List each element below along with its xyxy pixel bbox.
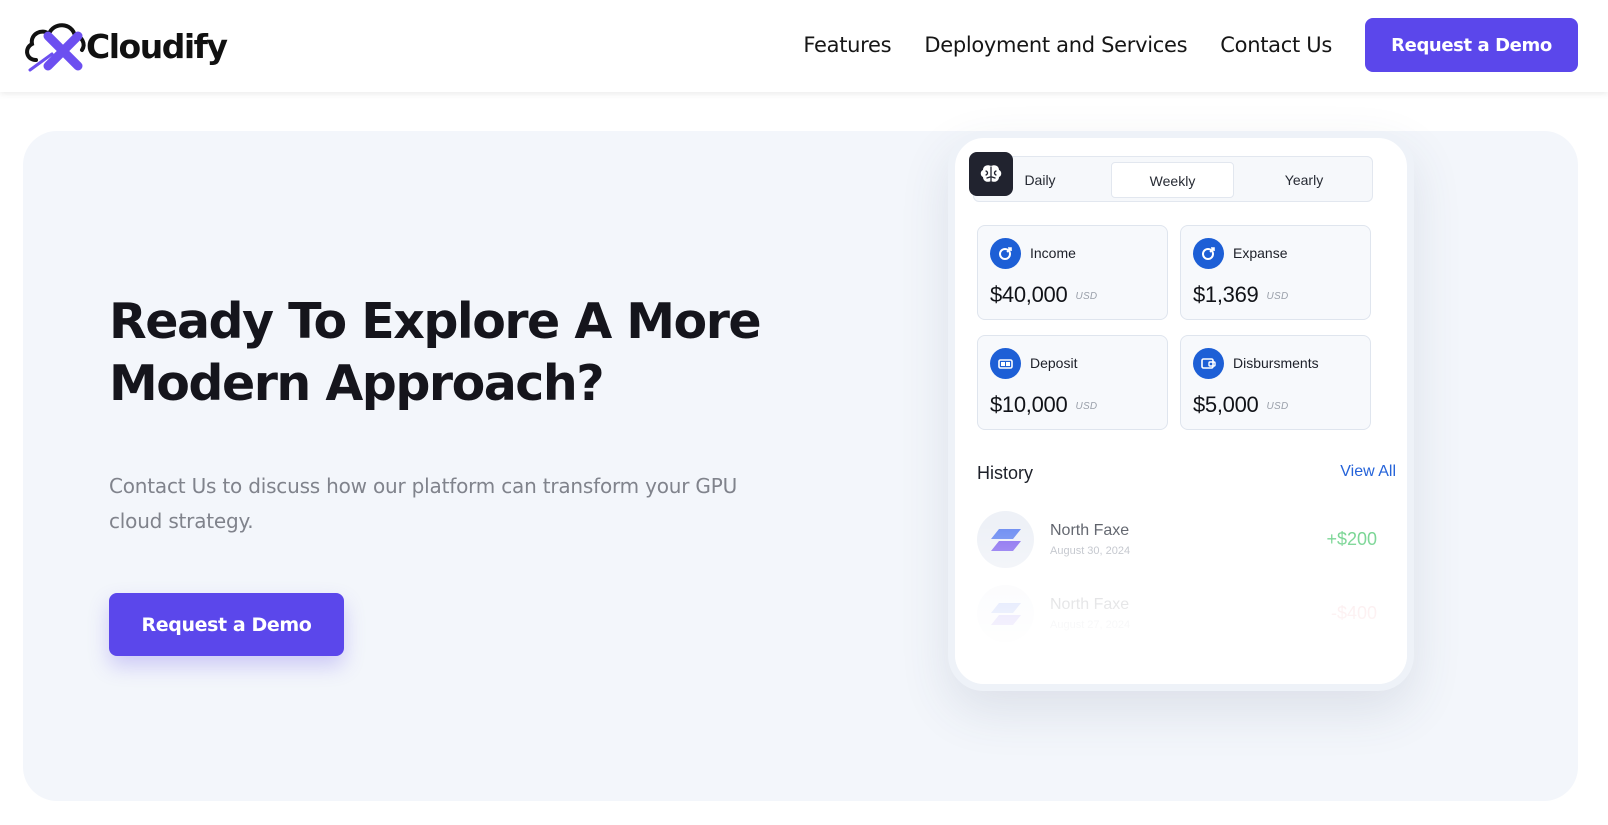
stat-card-expense: Expanse $1,369 USD: [1180, 225, 1371, 320]
nav-link-features[interactable]: Features: [803, 33, 891, 57]
history-title: History: [977, 463, 1034, 483]
view-all-link[interactable]: View All: [1340, 463, 1396, 481]
hero-headline: Ready To Explore A More Modern Approach?: [109, 293, 762, 412]
stat-label: Income: [1030, 245, 1076, 261]
nav-link-deployment-services[interactable]: Deployment and Services: [924, 33, 1187, 57]
logo-text: Cloudify: [86, 26, 228, 66]
stat-label: Disbursments: [1233, 355, 1319, 371]
stat-label: Deposit: [1030, 355, 1078, 371]
transaction-row[interactable]: North Faxe August 27, 2024 -$400: [977, 585, 1377, 643]
disbursement-icon: [1193, 348, 1224, 379]
transaction-name: North Faxe: [1050, 596, 1130, 613]
dashboard-mockup: Daily Weekly Yearly Income $40,000 USD Ex…: [948, 131, 1414, 691]
stat-card-deposit: Deposit $10,000 USD: [977, 335, 1168, 430]
transaction-date: August 30, 2024: [1050, 545, 1131, 557]
expense-icon: [1193, 238, 1224, 269]
transaction-amount: -$400: [1330, 603, 1377, 623]
stat-value: $10,000 USD: [990, 392, 1098, 417]
tab-daily[interactable]: Daily: [1022, 162, 1058, 198]
north-faxe-logo-icon: [977, 511, 1034, 568]
transaction-date: August 27, 2024: [1050, 619, 1131, 631]
request-demo-header-button[interactable]: Request a Demo: [1365, 18, 1578, 72]
income-icon: [990, 238, 1021, 269]
stat-value: $40,000 USD: [990, 282, 1098, 307]
cloud-logo-icon: [25, 23, 86, 72]
brain-icon: [969, 152, 1013, 196]
tab-weekly[interactable]: Weekly: [1111, 162, 1234, 198]
stat-label: Expanse: [1233, 245, 1288, 261]
logo[interactable]: Cloudify: [22, 16, 228, 72]
transaction-row[interactable]: North Faxe August 30, 2024 +$200: [977, 511, 1377, 569]
stat-value: $5,000 USD: [1193, 392, 1289, 417]
deposit-icon: [990, 348, 1021, 379]
stat-value: $1,369 USD: [1193, 282, 1289, 307]
stat-card-disbursements: Disbursments $5,000 USD: [1180, 335, 1371, 430]
period-tabs: Daily Weekly Yearly: [969, 152, 1373, 202]
site-header: Cloudify Features Deployment and Service…: [0, 0, 1608, 92]
request-demo-hero-button[interactable]: Request a Demo: [109, 593, 344, 656]
main-nav: Features Deployment and Services Contact…: [803, 18, 1578, 72]
stat-card-income: Income $40,000 USD: [977, 225, 1168, 320]
hero-subtext: Contact Us to discuss how our platform c…: [109, 474, 738, 533]
north-faxe-logo-icon: [977, 585, 1034, 642]
nav-link-contact-us[interactable]: Contact Us: [1220, 33, 1332, 57]
transaction-name: North Faxe: [1050, 522, 1130, 539]
tab-yearly[interactable]: Yearly: [1264, 162, 1344, 198]
transaction-amount: +$200: [1326, 529, 1377, 549]
